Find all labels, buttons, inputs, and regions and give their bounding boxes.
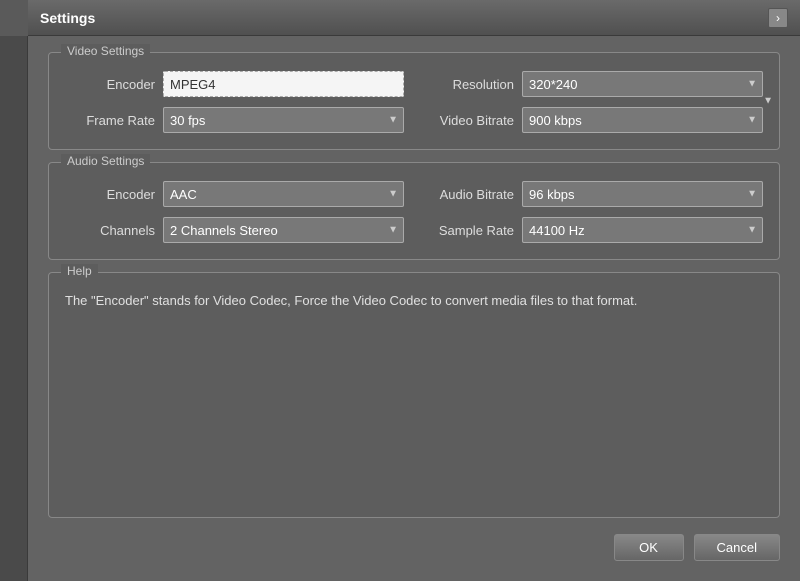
audio-encoder-select-wrapper: AAC MP3 OGG ▼ xyxy=(163,181,404,207)
audio-settings-section: Audio Settings Encoder AAC MP3 OGG ▼ Aud… xyxy=(48,162,780,260)
channels-select[interactable]: 1 Channel Mono 2 Channels Stereo xyxy=(163,217,404,243)
resolution-label: Resolution xyxy=(424,77,514,92)
sample-rate-label: Sample Rate xyxy=(424,223,514,238)
help-legend: Help xyxy=(61,264,98,278)
audio-bitrate-label: Audio Bitrate xyxy=(424,187,514,202)
resolution-row: Resolution 320*240 640*480 1280*720 1920… xyxy=(424,71,763,97)
title-bar: Settings › xyxy=(28,0,800,36)
close-button[interactable]: › xyxy=(768,8,788,28)
audio-encoder-select[interactable]: AAC MP3 OGG xyxy=(163,181,404,207)
video-bitrate-label: Video Bitrate xyxy=(424,113,514,128)
channels-label: Channels xyxy=(65,223,155,238)
dialog-title: Settings xyxy=(40,10,95,26)
sample-rate-select[interactable]: 22050 Hz 44100 Hz 48000 Hz xyxy=(522,217,763,243)
audio-encoder-label: Encoder xyxy=(65,187,155,202)
button-row: OK Cancel xyxy=(48,534,780,565)
frame-rate-row: Frame Rate 15 fps 24 fps 30 fps 60 fps ▼ xyxy=(65,107,404,133)
video-bitrate-select[interactable]: 500 kbps 700 kbps 900 kbps 1500 kbps xyxy=(522,107,763,133)
audio-bitrate-row: Audio Bitrate 64 kbps 96 kbps 128 kbps 1… xyxy=(424,181,763,207)
frame-rate-label: Frame Rate xyxy=(65,113,155,128)
audio-encoder-row: Encoder AAC MP3 OGG ▼ xyxy=(65,181,404,207)
channels-select-wrapper: 1 Channel Mono 2 Channels Stereo ▼ xyxy=(163,217,404,243)
sample-rate-row: Sample Rate 22050 Hz 44100 Hz 48000 Hz ▼ xyxy=(424,217,763,243)
video-bitrate-select-wrapper: 500 kbps 700 kbps 900 kbps 1500 kbps ▼ xyxy=(522,107,763,133)
ok-button[interactable]: OK xyxy=(614,534,684,561)
encoder-input[interactable] xyxy=(163,71,404,97)
video-settings-legend: Video Settings xyxy=(61,44,150,58)
resolution-select[interactable]: 320*240 640*480 1280*720 1920*1080 xyxy=(522,71,763,97)
encoder-label: Encoder xyxy=(65,77,155,92)
video-settings-section: Video Settings Encoder ▼ Resolution 320*… xyxy=(48,52,780,150)
channels-row: Channels 1 Channel Mono 2 Channels Stere… xyxy=(65,217,404,243)
close-icon: › xyxy=(776,11,780,25)
audio-settings-legend: Audio Settings xyxy=(61,154,150,168)
left-sidebar xyxy=(0,36,28,581)
sample-rate-select-wrapper: 22050 Hz 44100 Hz 48000 Hz ▼ xyxy=(522,217,763,243)
resolution-select-wrapper: 320*240 640*480 1280*720 1920*1080 ▼ xyxy=(522,71,763,97)
audio-bitrate-select-wrapper: 64 kbps 96 kbps 128 kbps 192 kbps ▼ xyxy=(522,181,763,207)
dialog-body: Video Settings Encoder ▼ Resolution 320*… xyxy=(28,36,800,581)
help-section: Help The "Encoder" stands for Video Code… xyxy=(48,272,780,518)
frame-rate-select-wrapper: 15 fps 24 fps 30 fps 60 fps ▼ xyxy=(163,107,404,133)
encoder-row: Encoder ▼ xyxy=(65,71,404,97)
encoder-dropdown-arrow: ▼ xyxy=(763,96,773,107)
help-text: The "Encoder" stands for Video Codec, Fo… xyxy=(65,291,763,311)
video-bitrate-row: Video Bitrate 500 kbps 700 kbps 900 kbps… xyxy=(424,107,763,133)
audio-bitrate-select[interactable]: 64 kbps 96 kbps 128 kbps 192 kbps xyxy=(522,181,763,207)
frame-rate-select[interactable]: 15 fps 24 fps 30 fps 60 fps xyxy=(163,107,404,133)
cancel-button[interactable]: Cancel xyxy=(694,534,780,561)
